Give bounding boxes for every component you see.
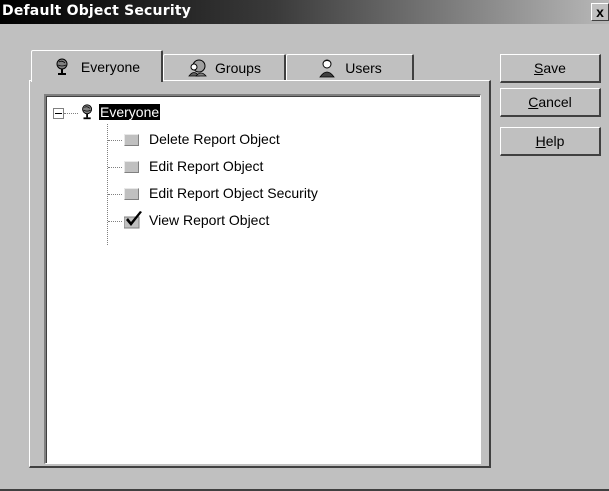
globe-person-icon (56, 58, 68, 75)
help-mnemonic: H (535, 133, 546, 149)
help-button[interactable]: Help (500, 127, 601, 156)
tree-connector (108, 194, 122, 195)
save-label: ave (543, 60, 566, 76)
tree-item-edit-report-object[interactable]: Edit Report Object (149, 158, 263, 174)
tab-users[interactable]: Users (286, 54, 414, 80)
tab-label: Everyone (80, 58, 141, 75)
cancel-mnemonic: C (528, 94, 539, 110)
tab-label: Groups (215, 59, 261, 76)
close-button[interactable]: x (591, 3, 609, 21)
cancel-label: ancel (538, 94, 572, 110)
tree-connector (64, 113, 78, 114)
groups-icon (188, 59, 207, 76)
help-label: elp (545, 133, 565, 149)
permission-unchecked-icon (124, 188, 139, 200)
tree-connector (108, 221, 122, 222)
tab-label: Users (345, 59, 382, 76)
globe-person-icon (82, 104, 93, 120)
window-title: Default Object Security (2, 3, 192, 19)
tree-item-view-report-object[interactable]: View Report Object (149, 212, 269, 228)
tab-panel: Everyone Delete Report Object Edit Repor… (29, 80, 491, 468)
collapse-toggle[interactable] (53, 108, 64, 119)
tree-root-everyone[interactable]: Everyone (99, 104, 161, 120)
save-mnemonic: S (534, 60, 544, 76)
save-button[interactable]: Save (500, 54, 601, 83)
tree-item-delete-report-object[interactable]: Delete Report Object (149, 131, 280, 147)
permission-unchecked-icon (124, 161, 139, 173)
title-bar[interactable]: Default Object Security x (0, 0, 609, 24)
tree-connector (108, 140, 122, 141)
permission-checked-icon (124, 211, 142, 229)
tree-connector (107, 124, 108, 245)
tab-groups[interactable]: Groups (163, 54, 286, 80)
tree-item-edit-report-object-security[interactable]: Edit Report Object Security (149, 185, 318, 201)
tab-everyone[interactable]: Everyone (31, 50, 163, 82)
cancel-button[interactable]: Cancel (500, 88, 601, 117)
permission-unchecked-icon (124, 134, 139, 146)
permissions-tree[interactable]: Everyone Delete Report Object Edit Repor… (44, 94, 481, 464)
user-icon (319, 59, 335, 77)
tree-connector (108, 167, 122, 168)
